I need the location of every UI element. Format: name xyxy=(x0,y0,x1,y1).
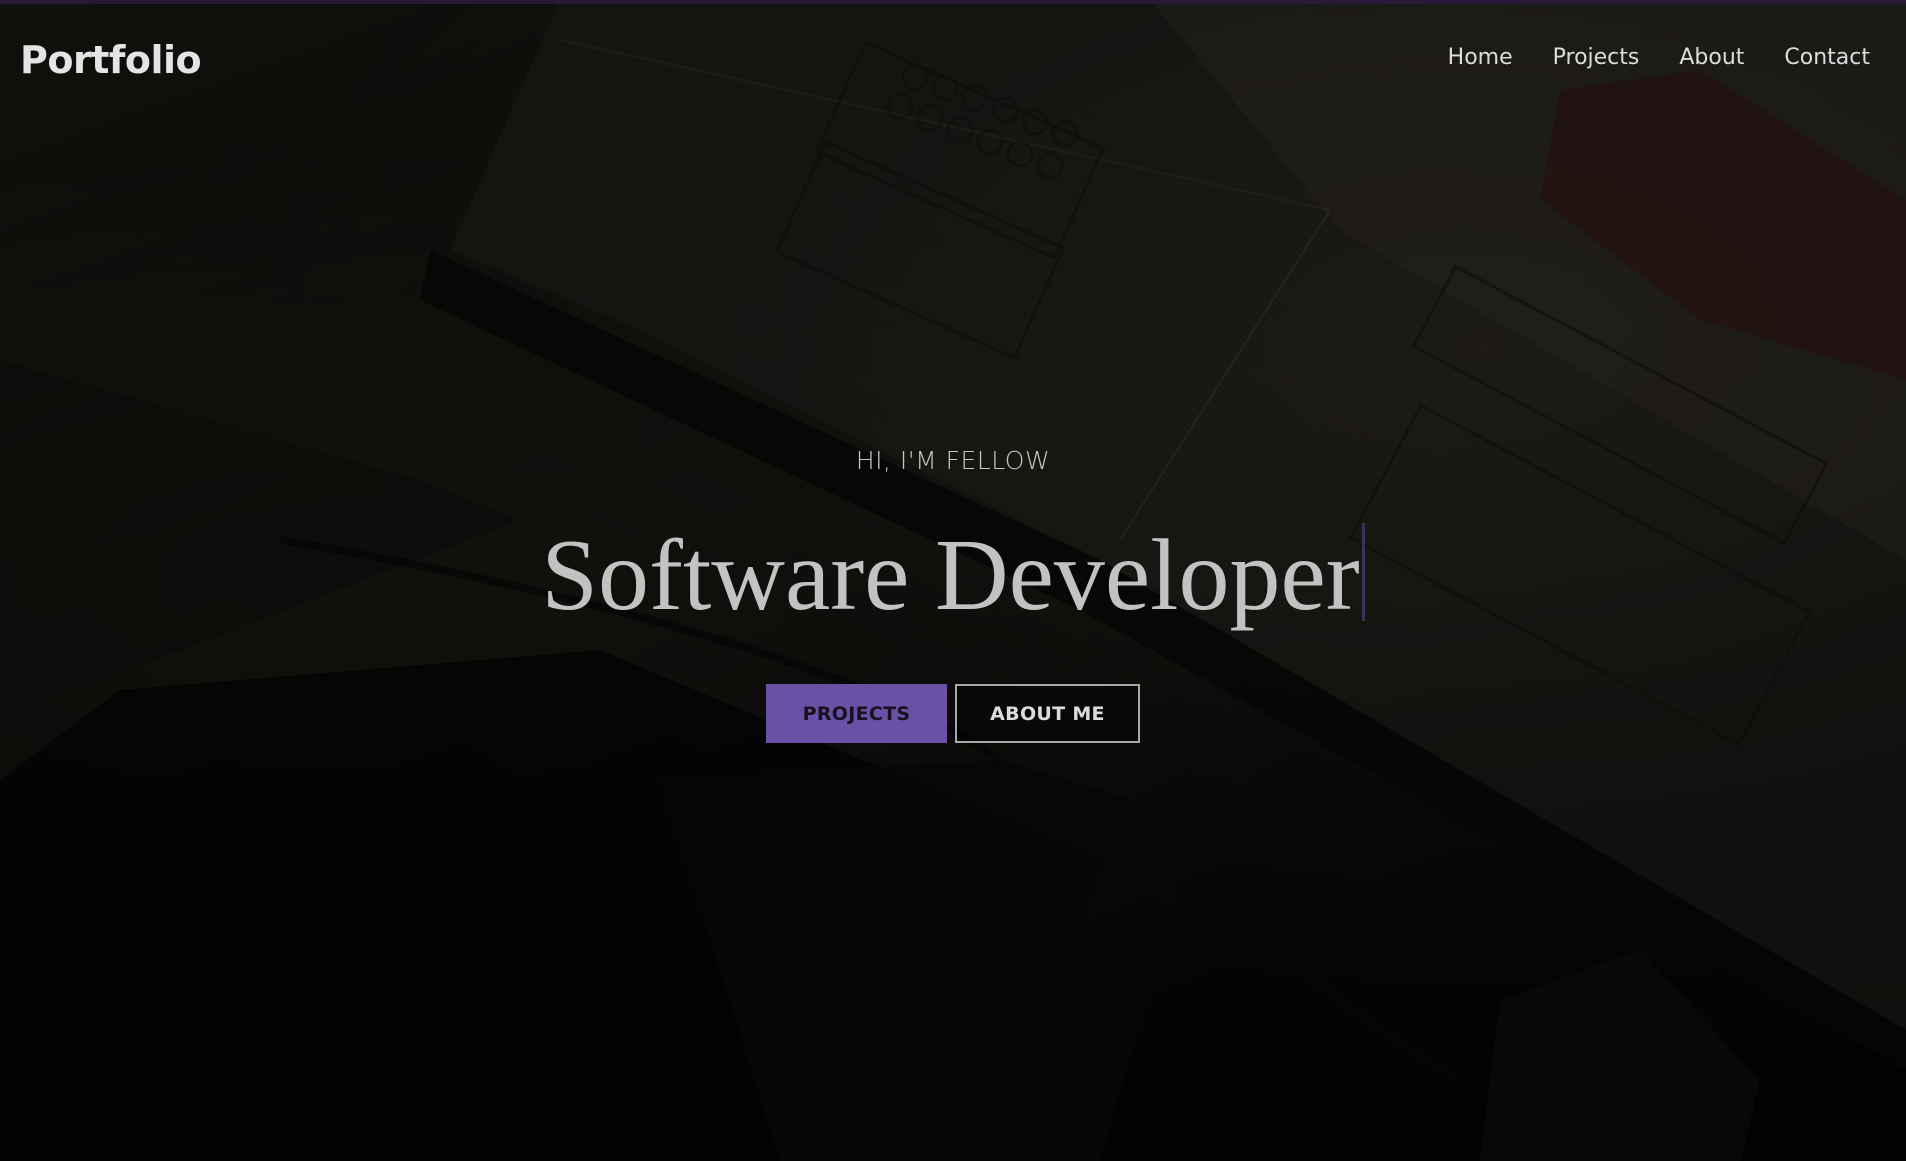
typing-cursor xyxy=(1361,523,1365,621)
nav-projects-link[interactable]: Projects xyxy=(1553,45,1640,70)
hero-buttons: PROJECTS ABOUT ME xyxy=(0,684,1906,743)
projects-button[interactable]: PROJECTS xyxy=(766,684,947,743)
navbar: Portfolio Home Projects About Contact xyxy=(0,0,1906,120)
hero-title-wrap: Software Developer xyxy=(0,515,1906,637)
hero-title-text: Software Developer xyxy=(541,519,1360,632)
brand-logo[interactable]: Portfolio xyxy=(20,38,202,82)
nav-contact-link[interactable]: Contact xyxy=(1784,45,1870,70)
nav-about-link[interactable]: About xyxy=(1679,45,1744,70)
nav-links: Home Projects About Contact xyxy=(1448,45,1870,70)
hero-greeting: HI, I'M FELLOW xyxy=(855,446,1051,475)
about-me-button[interactable]: ABOUT ME xyxy=(955,684,1140,743)
hero-title: Software Developer xyxy=(541,515,1365,637)
hero-section: HI, I'M FELLOW Software Developer PROJEC… xyxy=(0,0,1906,1161)
nav-home-link[interactable]: Home xyxy=(1448,45,1513,70)
